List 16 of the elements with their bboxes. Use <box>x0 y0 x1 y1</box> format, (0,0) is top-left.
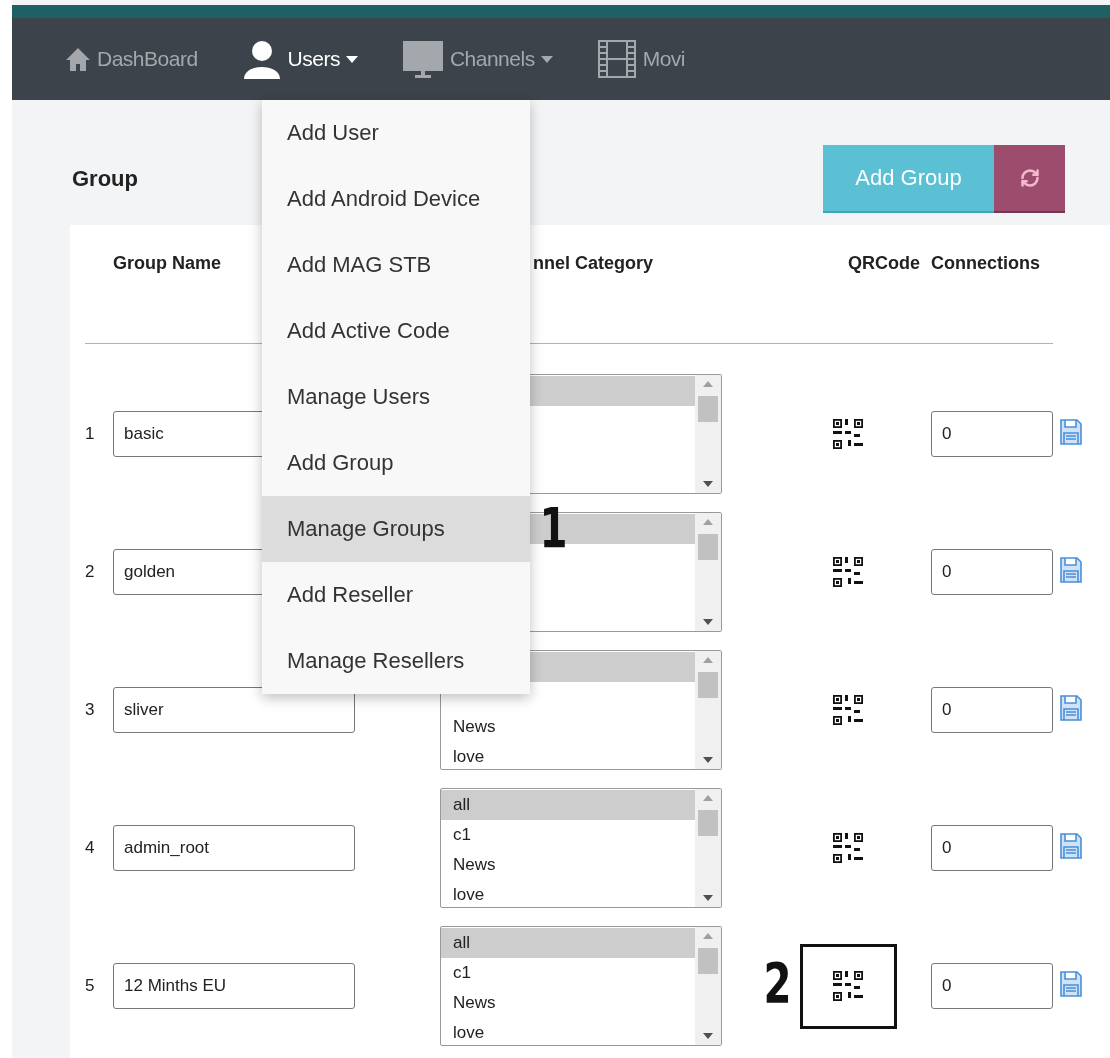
nav-label: DashBoard <box>97 47 198 71</box>
nav-label: Channels <box>449 47 535 71</box>
nav-label: Movi <box>642 47 685 71</box>
column-header: Group Name <box>113 253 222 274</box>
row-number: 2 <box>85 562 96 582</box>
annotation-number: 1 <box>539 500 568 556</box>
row-number: 5 <box>85 976 96 996</box>
nav-label: Users <box>287 47 340 71</box>
column-header: nnel Category <box>532 253 654 274</box>
row-number: 3 <box>85 700 96 720</box>
row-number: 1 <box>85 424 96 444</box>
annotation-number: 2 <box>763 955 792 1011</box>
row-number: 4 <box>85 838 96 858</box>
page-title: Group <box>72 166 139 192</box>
column-header: QRCode <box>848 253 920 274</box>
column-header: Connections <box>930 253 1040 274</box>
